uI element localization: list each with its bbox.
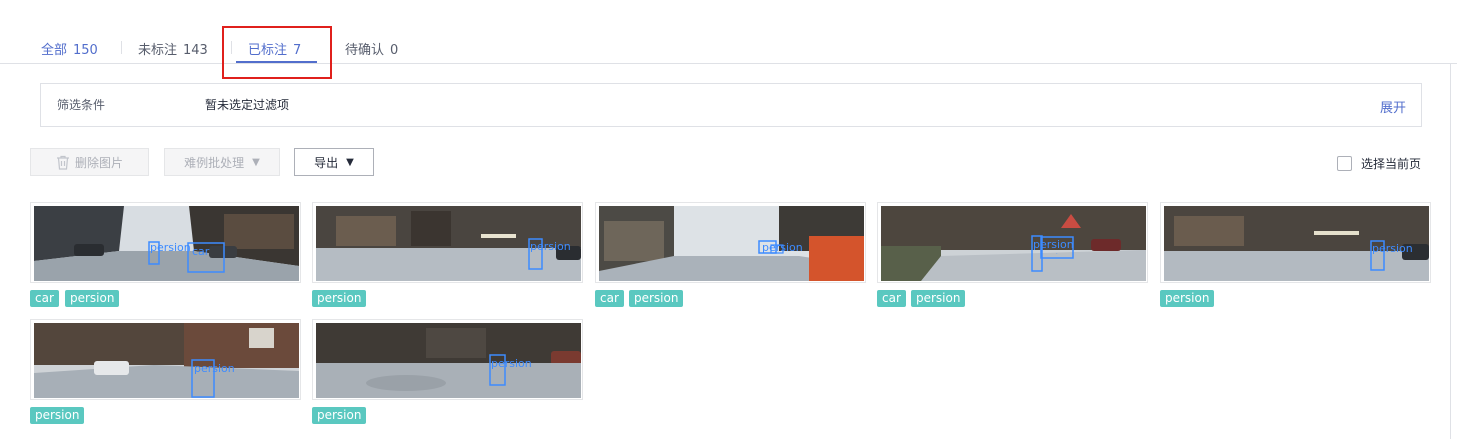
filter-value: 暂未选定过滤项	[205, 98, 290, 112]
tab-to-confirm[interactable]: 待确认 0	[345, 39, 398, 58]
scrollbar-track	[1450, 64, 1451, 439]
hard-example-batch-label: 难例批处理	[184, 155, 245, 170]
image-card[interactable]: persion car	[595, 202, 866, 283]
tab-bar: 全部 150 未标注 143 已标注 7 待确认 0	[0, 0, 1457, 64]
label-tag: car	[30, 290, 59, 307]
street-scene-thumbnail: persion car	[881, 206, 1146, 281]
chevron-down-icon: ▼	[346, 156, 354, 168]
image-card[interactable]: persion	[30, 319, 301, 400]
label-tag: persion	[30, 407, 85, 424]
label-tag: persion	[65, 290, 120, 307]
image-card[interactable]: persion	[312, 319, 583, 400]
delete-images-label: 删除图片	[74, 155, 123, 170]
export-button[interactable]: 导出 ▼	[294, 148, 374, 176]
tab-all-label: 全部	[41, 43, 68, 58]
tab-unlabeled-label: 未标注	[138, 43, 178, 58]
box-label: persion	[150, 241, 191, 254]
label-tag: persion	[1160, 290, 1215, 307]
filter-label: 筛选条件	[57, 98, 106, 112]
street-scene-thumbnail: persion car	[34, 206, 299, 281]
box-label: persion	[530, 240, 571, 253]
box-label: persion	[194, 362, 235, 375]
highlight-annotation-box	[222, 26, 332, 79]
select-page-label: 选择当前页	[1361, 157, 1422, 171]
export-label: 导出	[314, 155, 339, 170]
tab-all[interactable]: 全部 150	[41, 39, 98, 58]
label-tag: persion	[312, 407, 367, 424]
label-tag: persion	[312, 290, 367, 307]
trash-icon	[56, 155, 70, 170]
street-scene-thumbnail: persion	[316, 206, 581, 281]
delete-images-button[interactable]: 删除图片	[30, 148, 149, 176]
tab-divider	[121, 41, 122, 54]
street-scene-thumbnail: persion car	[599, 206, 864, 281]
box-label: car	[192, 245, 210, 258]
label-tag: car	[877, 290, 906, 307]
select-current-page[interactable]: 选择当前页	[1337, 155, 1421, 172]
box-label: persion	[762, 241, 803, 254]
tab-to-confirm-count: 0	[390, 43, 399, 58]
box-label: persion	[491, 357, 532, 370]
label-tag: car	[595, 290, 624, 307]
tab-unlabeled-count: 143	[183, 43, 208, 58]
image-card[interactable]: persion car	[877, 202, 1148, 283]
street-scene-thumbnail: persion	[1164, 206, 1429, 281]
label-tag: persion	[911, 290, 966, 307]
street-scene-thumbnail: persion	[34, 323, 299, 398]
tab-to-confirm-label: 待确认	[345, 43, 385, 58]
page: 全部 150 未标注 143 已标注 7 待确认 0 筛选条件 暂未选定过滤项 展开 删…	[0, 0, 1457, 439]
hard-example-batch-button[interactable]: 难例批处理 ▼	[164, 148, 280, 176]
chevron-down-icon: ▼	[252, 156, 260, 168]
tab-unlabeled[interactable]: 未标注 143	[138, 39, 208, 58]
box-label: persion	[1033, 238, 1074, 251]
image-card[interactable]: persion car	[30, 202, 301, 283]
box-label: persion	[1372, 242, 1413, 255]
label-tag: persion	[629, 290, 684, 307]
filter-bar: 筛选条件 暂未选定过滤项 展开	[40, 83, 1422, 127]
street-scene-thumbnail: persion	[316, 323, 581, 398]
select-page-checkbox[interactable]	[1337, 156, 1352, 171]
image-card[interactable]: persion	[312, 202, 583, 283]
tab-all-count: 150	[73, 43, 98, 58]
image-card[interactable]: persion	[1160, 202, 1431, 283]
filter-expand-link[interactable]: 展开	[1380, 97, 1406, 116]
